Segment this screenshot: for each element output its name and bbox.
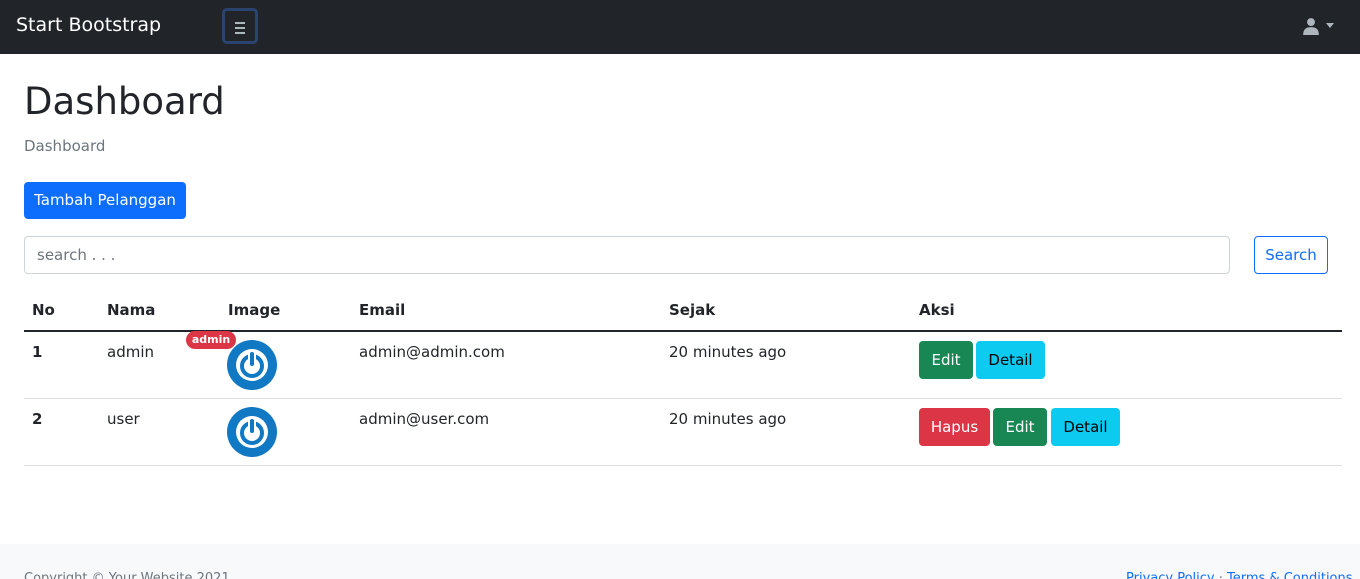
- column-header-nama: Nama: [107, 301, 156, 319]
- role-badge: admin: [186, 331, 236, 349]
- add-customer-button[interactable]: Tambah Pelanggan: [24, 182, 186, 219]
- detail-button[interactable]: Detail: [1051, 408, 1120, 446]
- page-title: Dashboard: [24, 80, 225, 123]
- top-navbar: Start Bootstrap: [0, 0, 1360, 54]
- hamburger-icon: [235, 22, 245, 37]
- column-header-sejak: Sejak: [669, 301, 716, 319]
- column-header-email: Email: [359, 301, 406, 319]
- power-icon: [227, 407, 277, 457]
- sidebar-toggle-button[interactable]: [222, 8, 258, 44]
- edit-button[interactable]: Edit: [993, 408, 1047, 446]
- row-since: 20 minutes ago: [669, 343, 787, 361]
- column-header-image: Image: [228, 301, 281, 319]
- privacy-policy-link[interactable]: Privacy Policy: [1126, 571, 1215, 579]
- edit-button[interactable]: Edit: [919, 341, 973, 379]
- row-email: admin@user.com: [359, 410, 490, 428]
- detail-button[interactable]: Detail: [976, 341, 1045, 379]
- column-header-no: No: [32, 301, 55, 319]
- power-icon: [227, 340, 277, 390]
- row-since: 20 minutes ago: [669, 410, 787, 428]
- breadcrumb: Dashboard: [24, 137, 106, 155]
- search-input[interactable]: [24, 236, 1230, 274]
- delete-button[interactable]: Hapus: [919, 408, 990, 446]
- footer: Copyright © Your Website 2021 Privacy Po…: [0, 544, 1360, 579]
- copyright-text: Copyright © Your Website 2021: [24, 571, 230, 579]
- row-divider: [24, 398, 1342, 399]
- user-icon: [1303, 18, 1319, 35]
- column-header-aksi: Aksi: [919, 301, 955, 319]
- brand-link[interactable]: Start Bootstrap: [16, 14, 161, 36]
- chevron-down-icon: [1326, 23, 1334, 28]
- row-number: 2: [32, 410, 43, 428]
- row-name: user: [107, 410, 140, 428]
- row-number: 1: [32, 343, 43, 361]
- footer-separator: ·: [1218, 571, 1223, 579]
- terms-link[interactable]: Terms & Conditions: [1227, 571, 1353, 579]
- row-divider: [24, 465, 1342, 466]
- row-email: admin@admin.com: [359, 343, 505, 361]
- footer-links: Privacy Policy · Terms & Conditions: [1126, 571, 1353, 579]
- row-name: admin: [107, 343, 154, 361]
- search-button[interactable]: Search: [1254, 236, 1328, 274]
- user-dropdown[interactable]: [1302, 17, 1336, 37]
